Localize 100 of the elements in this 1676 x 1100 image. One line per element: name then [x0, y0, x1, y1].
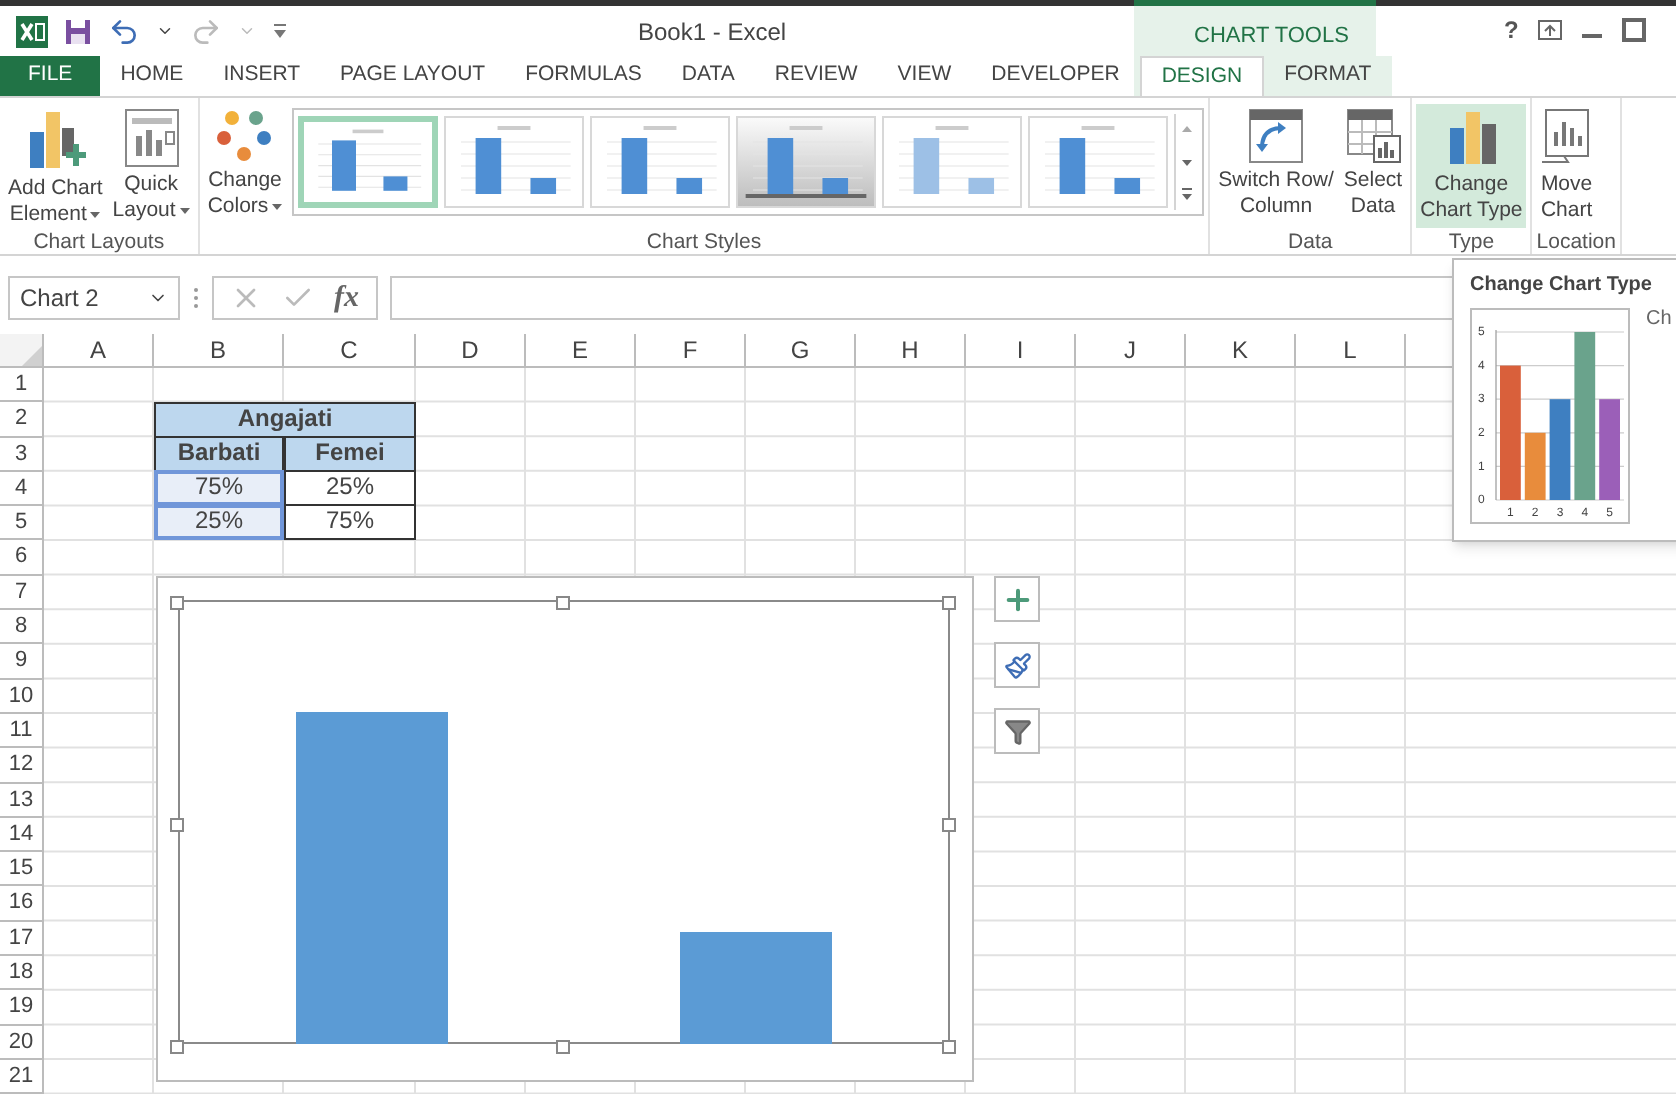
table-title-cell: Angajati — [154, 402, 416, 438]
chart-style-thumbnail[interactable] — [444, 116, 585, 208]
ribbon-button[interactable]: Select Data — [1339, 104, 1407, 228]
resize-handle[interactable] — [942, 818, 956, 832]
filter-icon — [1003, 717, 1031, 745]
chart-style-thumbnail[interactable] — [298, 116, 439, 208]
insert-function-button[interactable]: fx — [334, 275, 359, 321]
ribbon-tab[interactable]: REVIEW — [754, 56, 878, 96]
column-header[interactable]: F — [636, 334, 746, 368]
maximize-icon[interactable] — [1622, 18, 1647, 42]
ribbon-tab[interactable]: PAGE LAYOUT — [320, 56, 506, 96]
row-header[interactable]: 1 — [0, 368, 44, 403]
resize-handle[interactable] — [170, 1040, 184, 1054]
group-label: Chart Layouts — [31, 228, 167, 256]
chart-bar — [1599, 399, 1620, 500]
table-cell: 75% — [284, 504, 416, 541]
ribbon-tab[interactable]: INSERT — [203, 56, 321, 96]
resize-handle[interactable] — [942, 1040, 956, 1054]
chart-bar — [1549, 399, 1571, 500]
move-chart-icon — [1540, 108, 1593, 168]
group-label: Chart Styles — [644, 228, 764, 256]
column-header[interactable]: L — [1296, 334, 1406, 368]
row-header[interactable]: 10 — [0, 679, 44, 714]
ribbon-button[interactable]: Add Chart Element — [4, 104, 107, 228]
ribbon-tab[interactable]: HOME — [100, 56, 204, 96]
group-label: Location — [1536, 228, 1616, 256]
column-header[interactable]: K — [1186, 334, 1296, 368]
ribbon-tab[interactable]: DESIGN — [1139, 56, 1265, 96]
resize-handle[interactable] — [170, 818, 184, 832]
chart-style-thumbnail[interactable] — [590, 116, 731, 208]
row-header[interactable]: 15 — [0, 852, 44, 887]
row-header[interactable]: 5 — [0, 506, 44, 541]
column-header[interactable]: A — [44, 334, 154, 368]
window-title: Book1 - Excel — [638, 16, 787, 50]
resize-handle[interactable] — [942, 596, 956, 610]
row-header[interactable]: 8 — [0, 610, 44, 645]
resize-handle[interactable] — [170, 596, 184, 610]
ribbon-button[interactable]: Switch Row/ Column — [1214, 104, 1338, 228]
chart-bar — [1524, 432, 1546, 500]
ribbon-tab[interactable]: DEVELOPER — [971, 56, 1140, 96]
row-header[interactable]: 6 — [0, 540, 44, 576]
ribbon-tab[interactable]: DATA — [661, 56, 755, 96]
redo-icon[interactable] — [190, 15, 222, 47]
restore-ribbon-icon[interactable] — [1538, 20, 1563, 40]
row-header[interactable]: 4 — [0, 471, 44, 507]
chart-filters-button[interactable] — [994, 708, 1040, 754]
row-header[interactable]: 2 — [0, 402, 44, 438]
row-header[interactable]: 3 — [0, 437, 44, 472]
chart-frame[interactable] — [156, 576, 974, 1082]
row-header[interactable]: 20 — [0, 1025, 44, 1060]
chart-style-thumbnail[interactable] — [882, 116, 1023, 208]
chart-style-thumbnail[interactable] — [736, 116, 877, 208]
ribbon-tab[interactable]: VIEW — [877, 56, 972, 96]
column-header[interactable]: J — [1076, 334, 1186, 368]
excel-logo-icon — [16, 15, 48, 47]
column-header[interactable]: D — [416, 334, 526, 368]
column-header[interactable]: I — [966, 334, 1076, 368]
chart-styles-button[interactable] — [994, 642, 1040, 688]
more-icon — [192, 286, 200, 310]
row-header[interactable]: 9 — [0, 644, 44, 680]
row-header[interactable]: 13 — [0, 783, 44, 818]
row-header[interactable]: 12 — [0, 748, 44, 784]
tooltip-title: Change Chart Type — [1470, 272, 1654, 300]
table-header-cell: Barbati — [154, 435, 284, 472]
table-header-cell: Femei — [284, 435, 416, 472]
plus-icon — [1001, 583, 1033, 615]
column-header[interactable]: H — [856, 334, 966, 368]
column-header[interactable]: C — [284, 334, 416, 368]
chart-style-thumbnail[interactable] — [1028, 116, 1169, 208]
resize-handle[interactable] — [556, 596, 570, 610]
row-header[interactable]: 19 — [0, 990, 44, 1026]
row-header[interactable]: 21 — [0, 1059, 44, 1095]
row-header[interactable]: 17 — [0, 921, 44, 957]
row-header[interactable]: 18 — [0, 956, 44, 991]
chart-elements-button[interactable] — [994, 576, 1040, 622]
table-cell: 25% — [154, 504, 284, 541]
resize-handle[interactable] — [556, 1040, 570, 1054]
ribbon-button[interactable]: Change Chart Type — [1416, 104, 1527, 228]
ribbon-tab[interactable]: FORMULAS — [505, 56, 662, 96]
help-button[interactable]: ? — [1504, 12, 1519, 48]
row-header[interactable]: 16 — [0, 886, 44, 922]
row-header[interactable]: 14 — [0, 817, 44, 853]
tooltip-description: Ch — [1646, 306, 1672, 334]
ribbon-button[interactable]: Quick Layout — [108, 104, 194, 228]
row-header[interactable]: 11 — [0, 713, 44, 749]
ribbon-tab[interactable]: FILE — [0, 56, 101, 96]
caret-icon[interactable] — [156, 22, 174, 40]
group-label: Data — [1286, 228, 1335, 256]
undo-icon[interactable] — [108, 15, 140, 47]
column-header[interactable]: G — [746, 334, 856, 368]
customize-icon[interactable] — [272, 22, 288, 40]
save-icon[interactable] — [64, 17, 92, 45]
group-label: Type — [1446, 228, 1497, 256]
ribbon-button[interactable]: Change Colors — [203, 104, 287, 228]
column-header[interactable]: E — [526, 334, 636, 368]
row-header[interactable]: 7 — [0, 575, 44, 611]
paintbrush-icon — [1003, 651, 1031, 679]
name-box[interactable]: Chart 2 — [8, 276, 180, 320]
ribbon-button[interactable]: Move Chart — [1536, 104, 1597, 228]
column-header[interactable]: B — [154, 334, 284, 368]
